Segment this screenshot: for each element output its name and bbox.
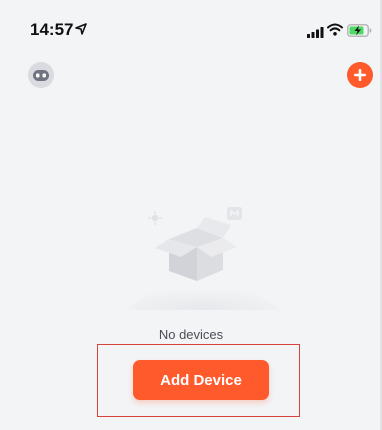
location-arrow-icon bbox=[75, 22, 87, 40]
open-box-icon bbox=[125, 195, 280, 310]
empty-state-message: No devices bbox=[158, 327, 224, 342]
battery-charging-icon bbox=[347, 24, 372, 42]
status-bar: 14:57 bbox=[0, 0, 382, 58]
add-device-button[interactable]: Add Device bbox=[133, 360, 269, 400]
cellular-signal-icon bbox=[307, 25, 324, 43]
status-time: 14:57 bbox=[30, 20, 74, 39]
home-screen: 14:57 No devices Add Device bbox=[0, 0, 382, 430]
wifi-icon bbox=[327, 23, 343, 41]
robot-avatar-icon[interactable] bbox=[28, 62, 54, 88]
plus-circle-icon[interactable] bbox=[347, 62, 373, 88]
